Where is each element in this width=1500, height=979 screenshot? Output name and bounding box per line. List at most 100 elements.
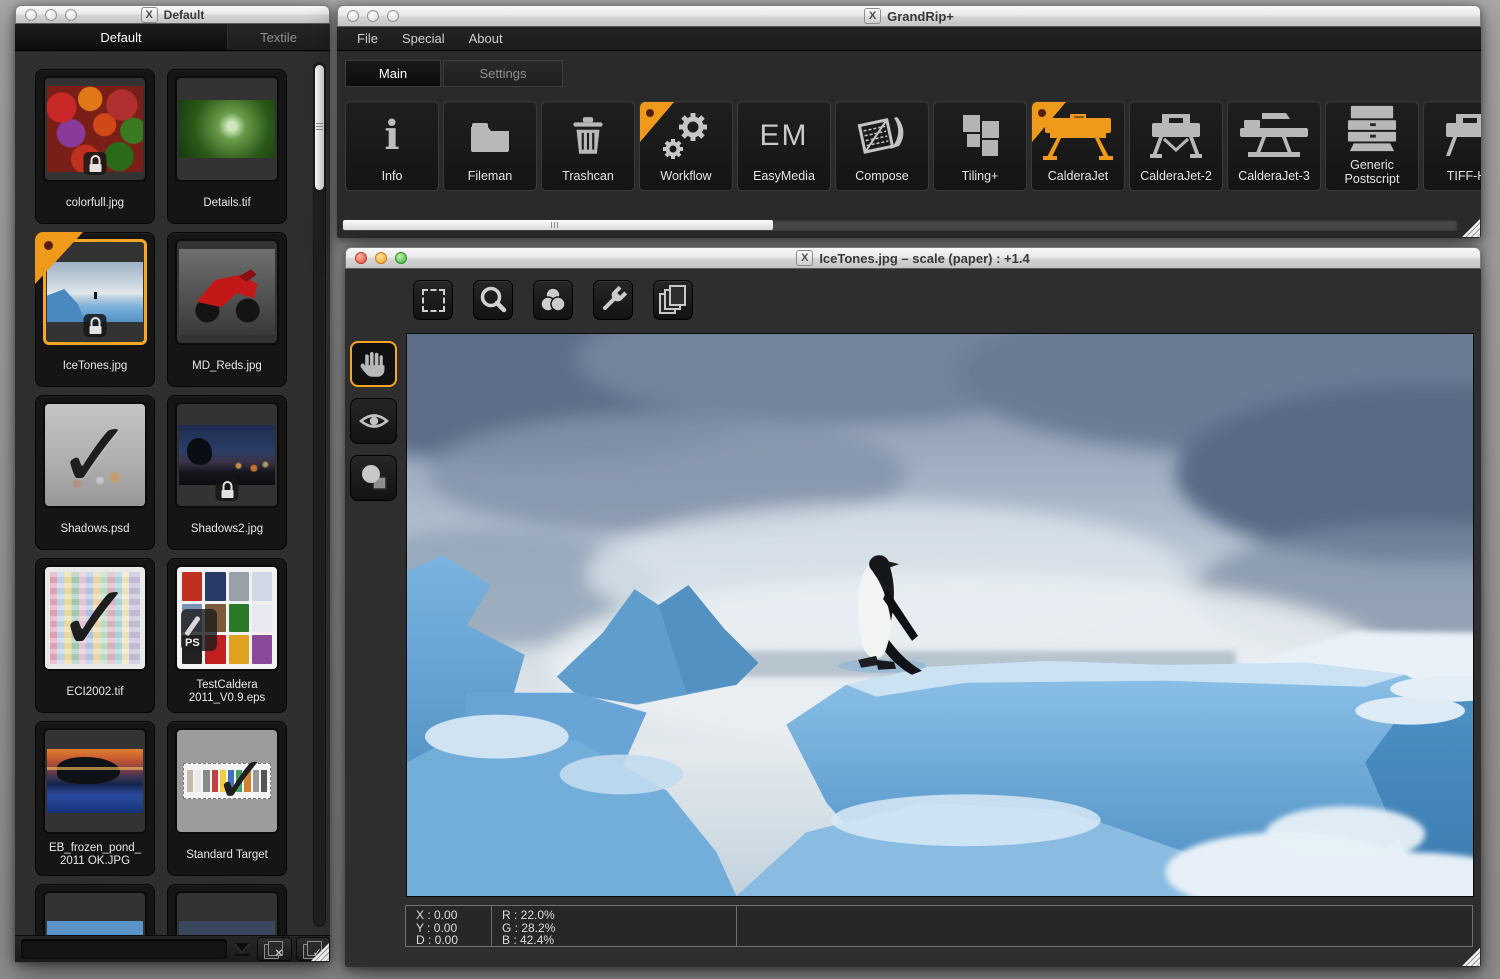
scrollbar-thumb[interactable] [315, 65, 324, 190]
trash-icon [542, 110, 634, 162]
hand-icon [358, 348, 390, 380]
module-calderajet3[interactable]: CalderaJet-3 [1227, 101, 1321, 191]
grandrip-window: X GrandRip+ File Special About Main Sett… [337, 5, 1481, 238]
minimize-button[interactable] [45, 9, 57, 21]
app-badge-icon: X [864, 8, 881, 24]
zoom-tool-button[interactable] [473, 280, 513, 320]
thumbnail-image [175, 402, 279, 508]
dropdown-button[interactable] [230, 938, 253, 960]
chevron-down-icon [235, 943, 249, 952]
thumbnail-icetones-selected[interactable]: IceTones.jpg [35, 232, 155, 387]
grandrip-titlebar[interactable]: X GrandRip+ [337, 5, 1481, 27]
resize-grip[interactable] [1462, 948, 1480, 966]
library-titlebar[interactable]: X Default [15, 5, 330, 24]
tab-main[interactable]: Main [345, 60, 441, 87]
scrollbar-thumb[interactable] [343, 220, 773, 230]
rgb-values: R : 22.0% G : 28.2% B : 42.4% [492, 906, 737, 946]
thumbnail-image: ✓ [43, 565, 147, 671]
tools-button[interactable] [593, 280, 633, 320]
check-icon: ✓ [45, 567, 145, 669]
tab-settings[interactable]: Settings [443, 60, 563, 87]
tiles-icon [934, 110, 1026, 162]
menubar: File Special About [337, 27, 1481, 51]
pages-accept-icon: ✓ [303, 941, 323, 958]
thumbnail-label: Shadows.psd [38, 510, 152, 548]
toolbar-scrollbar[interactable] [341, 218, 1459, 232]
cursor-coordinates: X : 0.00 Y : 0.00 D : 0.00 [406, 906, 492, 946]
thumbnail-standard-target[interactable]: ✓ Standard Target [167, 721, 287, 876]
pan-tool-button[interactable] [350, 341, 397, 387]
folder-icon [444, 110, 536, 162]
module-tiling[interactable]: Tiling+ [933, 101, 1027, 191]
close-button[interactable] [347, 10, 359, 22]
magnifier-icon [476, 283, 510, 317]
thumbnail-label: ECI2002.tif [38, 673, 152, 711]
thumbnail-image [43, 76, 147, 182]
zoom-button[interactable] [395, 252, 407, 264]
close-button[interactable] [355, 252, 367, 264]
compare-tool-button[interactable] [350, 455, 397, 501]
thumbnail-partial-night[interactable] [167, 884, 287, 935]
minimize-button[interactable] [375, 252, 387, 264]
module-tiff[interactable]: TIFF-Ha [1423, 101, 1481, 191]
tab-textile[interactable]: Textile [228, 24, 330, 50]
module-fileman[interactable]: Fileman [443, 101, 537, 191]
marquee-icon [422, 289, 445, 312]
module-calderajet2[interactable]: CalderaJet-2 [1129, 101, 1223, 191]
easymedia-icon: EM [738, 110, 830, 162]
tab-default[interactable]: Default [15, 24, 228, 50]
menu-about[interactable]: About [457, 31, 515, 46]
duplicate-view-button[interactable] [653, 280, 693, 320]
module-toolbar: i Info Fileman Trashcan [345, 101, 1481, 193]
viewer-titlebar[interactable]: X IceTones.jpg – scale (paper) : +1.4 [345, 247, 1481, 269]
grandrip-tabs: Main Settings [337, 51, 1481, 87]
menu-file[interactable]: File [345, 31, 390, 46]
preview-tool-button[interactable] [350, 398, 397, 444]
menu-special[interactable]: Special [390, 31, 457, 46]
module-generic-postscript[interactable]: Generic Postscript [1325, 101, 1419, 191]
pen-icon [184, 616, 201, 637]
close-button[interactable] [25, 9, 37, 21]
marquee-select-button[interactable] [413, 280, 453, 320]
icetones-photo [407, 334, 1473, 896]
module-info[interactable]: i Info [345, 101, 439, 191]
filter-field[interactable] [21, 939, 227, 959]
viewer-window-title: X IceTones.jpg – scale (paper) : +1.4 [346, 250, 1480, 266]
thumbnail-frozen-pond[interactable]: EB_frozen_pond_ 2011 OK.JPG [35, 721, 155, 876]
thumbnail-colorfull[interactable]: colorfull.jpg [35, 69, 155, 224]
module-calderajet[interactable]: CalderaJet [1031, 101, 1125, 191]
app-badge-icon: X [796, 250, 813, 266]
thumbnail-mdreds[interactable]: MD_Reds.jpg [167, 232, 287, 387]
zoom-button[interactable] [65, 9, 77, 21]
thumbnail-eci2002[interactable]: ✓ ECI2002.tif [35, 558, 155, 713]
thumbnail-image [175, 891, 279, 935]
lock-icon [84, 314, 107, 337]
status-extra [737, 906, 1472, 946]
thumbnail-image [43, 891, 147, 935]
thumbnail-label: Standard Target [170, 836, 284, 874]
thumbnail-details[interactable]: Details.tif [167, 69, 287, 224]
module-compose[interactable]: Compose [835, 101, 929, 191]
thumbnail-partial-desert[interactable] [35, 884, 155, 935]
thumbnail-label: MD_Reds.jpg [170, 347, 284, 385]
module-workflow[interactable]: Workflow [639, 101, 733, 191]
module-easymedia[interactable]: EM EasyMedia [737, 101, 831, 191]
compose-icon [836, 110, 928, 162]
thumbnail-testcaldera[interactable]: PS TestCaldera 2011_V0.9.eps [167, 558, 287, 713]
thumbnail-shadows2[interactable]: Shadows2.jpg [167, 395, 287, 550]
status-bar: X : 0.00 Y : 0.00 D : 0.00 R : 22.0% G :… [405, 905, 1473, 947]
library-scrollbar[interactable] [313, 62, 326, 927]
check-icon: ✓ [45, 404, 145, 506]
thumbnail-shadows[interactable]: ✓ Shadows.psd [35, 395, 155, 550]
window-controls [346, 252, 407, 264]
channels-button[interactable] [533, 280, 573, 320]
resize-grip[interactable] [1462, 219, 1480, 237]
zoom-button[interactable] [387, 10, 399, 22]
thumbnail-image [43, 728, 147, 834]
grandrip-window-title: X GrandRip+ [338, 8, 1480, 24]
image-canvas[interactable] [406, 333, 1474, 897]
thumbnail-image: PS [175, 565, 279, 671]
module-trashcan[interactable]: Trashcan [541, 101, 635, 191]
minimize-button[interactable] [367, 10, 379, 22]
deselect-all-button[interactable]: × [257, 937, 291, 961]
